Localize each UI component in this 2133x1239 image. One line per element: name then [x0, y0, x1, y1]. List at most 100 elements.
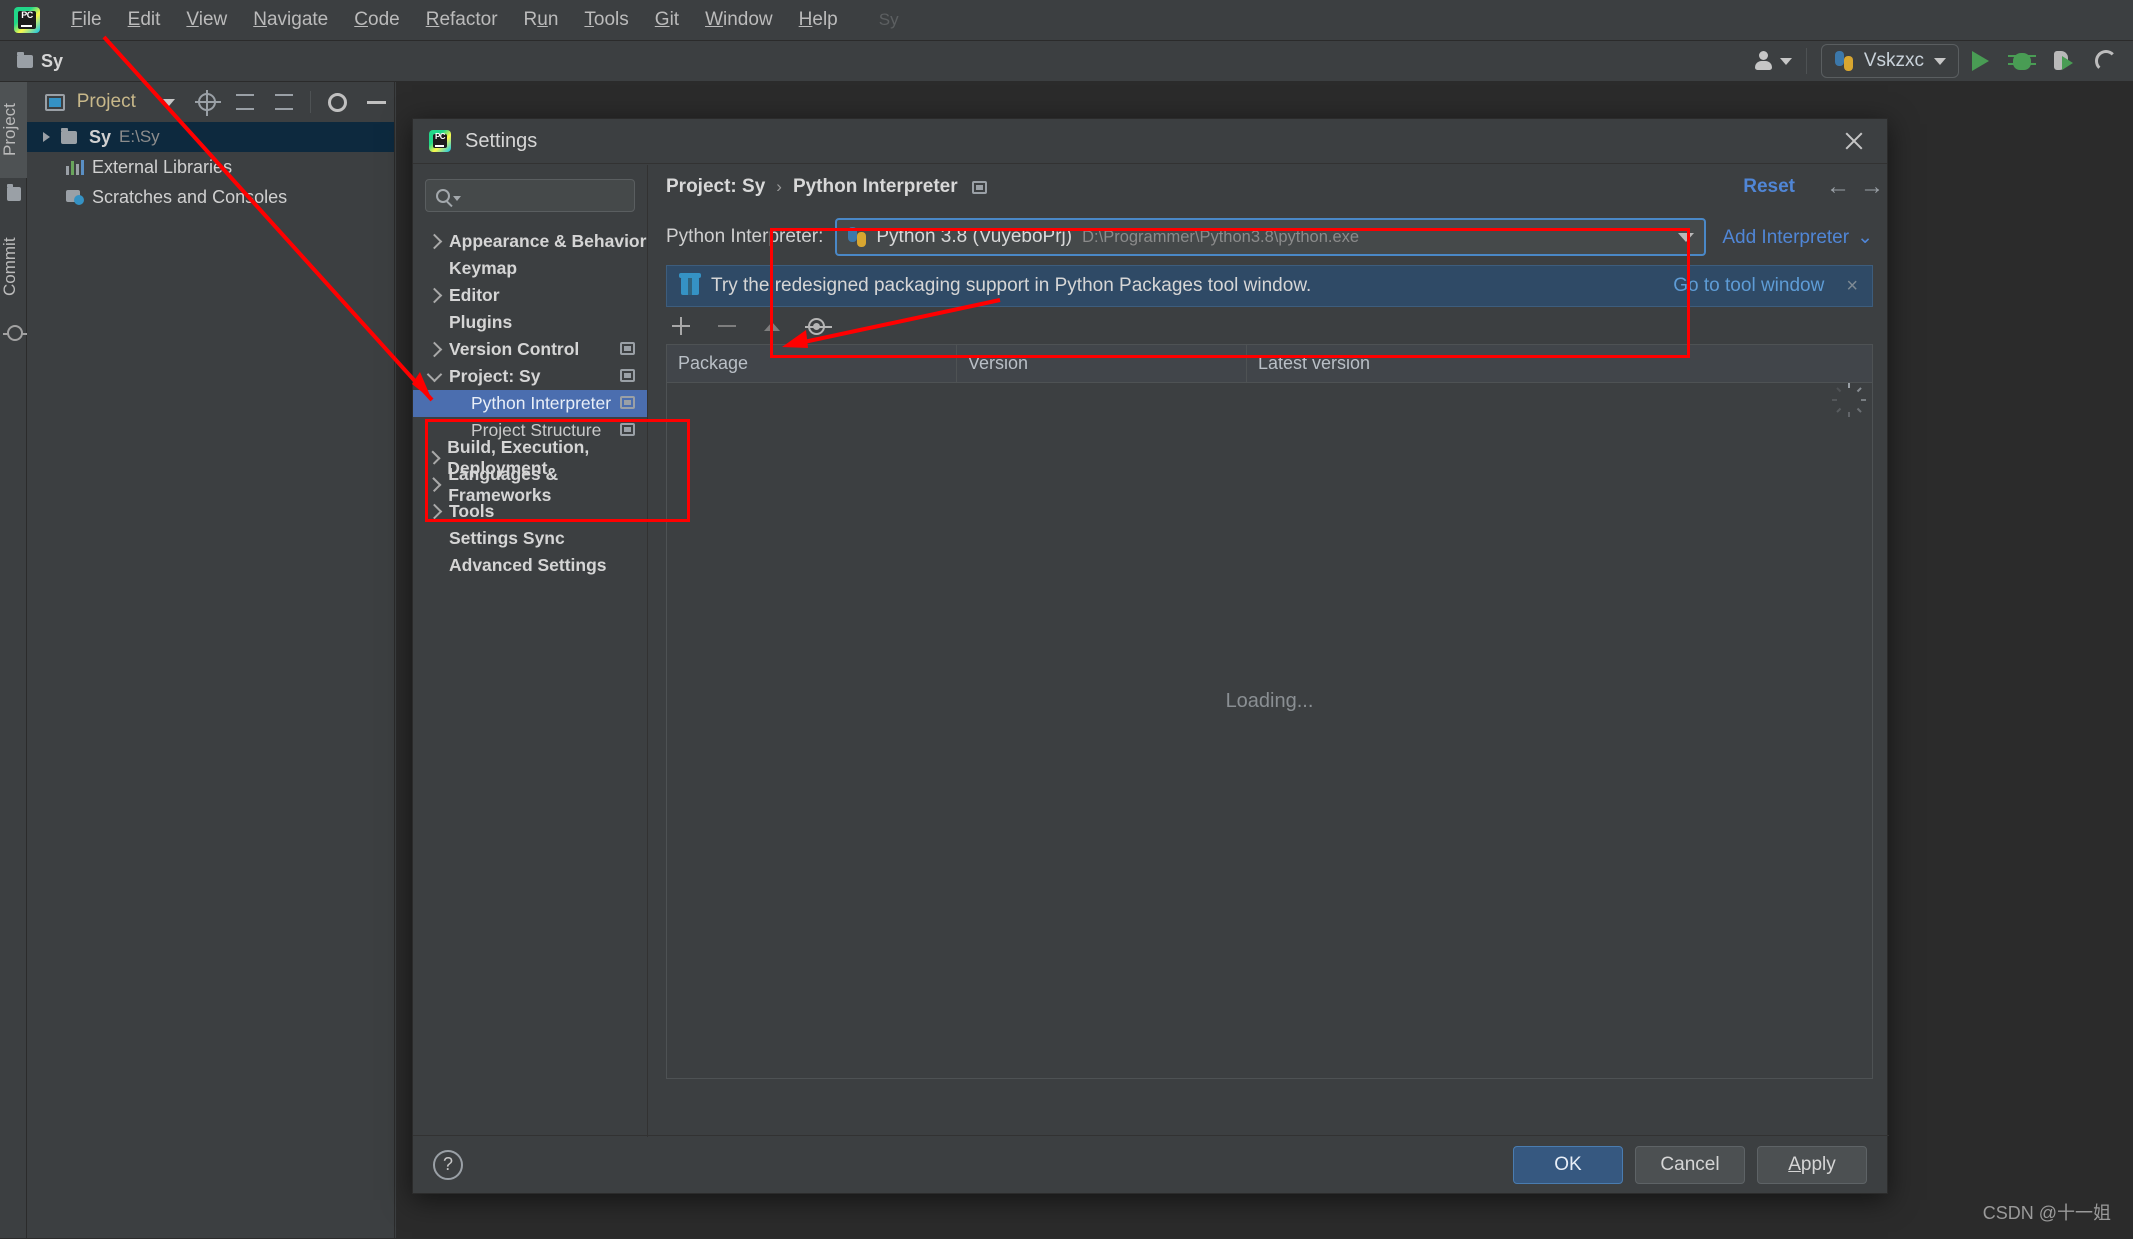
column-header-latest-version[interactable]: Latest version — [1247, 345, 1872, 382]
close-icon[interactable] — [1839, 126, 1869, 156]
settings-gear-icon[interactable] — [320, 86, 355, 118]
breadcrumb-parent[interactable]: Project: Sy — [666, 176, 765, 198]
go-to-tool-window-link[interactable]: Go to tool window — [1673, 275, 1824, 297]
project-tree-item-sy[interactable]: Sy E:\Sy — [27, 122, 394, 152]
cancel-button[interactable]: Cancel — [1635, 1146, 1745, 1184]
menu-refactor[interactable]: Refactor — [413, 6, 511, 34]
settings-item-version-control[interactable]: Version Control — [413, 336, 647, 363]
project-tree-item-external-libraries[interactable]: External Libraries — [27, 152, 394, 182]
settings-item-plugins[interactable]: Plugins — [413, 309, 647, 336]
loading-text: Loading... — [667, 690, 1872, 713]
add-package-icon[interactable] — [672, 317, 690, 335]
project-tree-item-scratches[interactable]: Scratches and Consoles — [27, 182, 394, 212]
menu-tools[interactable]: Tools — [571, 6, 641, 34]
folder-icon[interactable] — [7, 187, 21, 201]
tool-tab-project[interactable]: Project — [0, 82, 27, 178]
settings-item-python-interpreter[interactable]: Python Interpreter — [413, 390, 647, 417]
column-header-version[interactable]: Version — [957, 345, 1247, 382]
chevron-right-icon[interactable] — [427, 234, 443, 250]
tool-tab-structure[interactable]: ture — [0, 1222, 27, 1239]
column-header-package[interactable]: Package — [667, 345, 957, 382]
collapse-all-button[interactable] — [266, 86, 301, 118]
chevron-right-icon[interactable] — [427, 342, 443, 358]
chevron-down-icon[interactable] — [427, 367, 443, 383]
settings-item-tools[interactable]: Tools — [413, 498, 647, 525]
menu-run[interactable]: Run — [511, 6, 572, 34]
apply-button[interactable]: Apply — [1757, 1146, 1867, 1184]
menu-help[interactable]: Help — [786, 6, 851, 34]
chevron-right-icon[interactable] — [427, 288, 443, 304]
project-view-dropdown[interactable] — [151, 86, 186, 118]
search-input[interactable] — [425, 179, 635, 212]
commit-icon[interactable] — [7, 325, 23, 341]
ok-button[interactable]: OK — [1513, 1146, 1623, 1184]
account-icon[interactable] — [1754, 51, 1776, 71]
select-opened-file-button[interactable] — [189, 86, 224, 118]
project-panel-title: Project — [77, 91, 136, 113]
interpreter-name: Python 3.8 (VuyeboPrj) — [876, 226, 1072, 248]
chevron-right-icon[interactable] — [427, 504, 443, 520]
settings-item-advanced-settings[interactable]: Advanced Settings — [413, 552, 647, 579]
reset-link[interactable]: Reset — [1743, 176, 1795, 198]
settings-item-label: Keymap — [449, 258, 517, 279]
run-button[interactable] — [1959, 41, 2001, 82]
back-arrow-icon[interactable]: ← — [1821, 170, 1855, 204]
run-with-coverage-button[interactable] — [2043, 41, 2085, 82]
menu-bar: PC File Edit View Navigate Code Refactor… — [0, 0, 2133, 41]
project-tree-label: Sy — [89, 127, 111, 148]
settings-item-label: Tools — [449, 501, 494, 522]
chevron-down-icon — [1934, 58, 1946, 65]
add-interpreter-button[interactable]: Add Interpreter⌄ — [1722, 226, 1873, 249]
menu-view[interactable]: View — [173, 6, 240, 34]
settings-item-languages-frameworks[interactable]: Languages & Frameworks — [413, 471, 647, 498]
help-button[interactable]: ? — [433, 1150, 463, 1180]
hide-panel-button[interactable] — [359, 86, 394, 118]
show-early-releases-icon[interactable] — [808, 318, 825, 335]
project-tree-label: Scratches and Consoles — [92, 187, 287, 208]
project-tree-label: External Libraries — [92, 157, 232, 178]
chevron-down-icon[interactable] — [1780, 58, 1792, 65]
settings-item-settings-sync[interactable]: Settings Sync — [413, 525, 647, 552]
settings-tree-panel: Appearance & Behavior Keymap Editor Plug… — [413, 165, 648, 1137]
settings-item-label: Plugins — [449, 312, 512, 333]
menu-code[interactable]: Code — [341, 6, 412, 34]
project-window-icon — [45, 94, 65, 111]
libraries-icon — [66, 160, 84, 175]
forward-arrow-icon[interactable]: → — [1855, 170, 1889, 204]
pycharm-logo-icon: PC — [14, 7, 40, 33]
menu-window[interactable]: Window — [692, 6, 786, 34]
banner-text: Try the redesigned packaging support in … — [711, 275, 1311, 297]
chevron-right-icon[interactable] — [426, 450, 440, 464]
remove-package-icon[interactable] — [718, 325, 736, 327]
menu-edit[interactable]: Edit — [115, 6, 174, 34]
menu-navigate[interactable]: Navigate — [240, 6, 341, 34]
profile-button[interactable] — [2085, 41, 2127, 82]
close-icon[interactable]: × — [1846, 275, 1858, 298]
settings-item-keymap[interactable]: Keymap — [413, 255, 647, 282]
chevron-down-icon[interactable] — [1678, 233, 1694, 242]
settings-item-project-sy[interactable]: Project: Sy — [413, 363, 647, 390]
toolbar-right: Vskzxc — [1754, 41, 2133, 82]
configurable-icon — [620, 342, 635, 355]
chevron-right-icon[interactable] — [43, 132, 50, 142]
debug-button[interactable] — [2001, 41, 2043, 82]
menu-file[interactable]: File — [58, 6, 115, 34]
settings-item-label: Settings Sync — [449, 528, 565, 549]
package-toolbar — [648, 310, 1889, 342]
folder-icon — [61, 131, 77, 144]
python-interpreter-page: Project: Sy › Python Interpreter Reset ←… — [648, 165, 1889, 1137]
settings-item-appearance-behavior[interactable]: Appearance & Behavior — [413, 228, 647, 255]
run-configuration-selector[interactable]: Vskzxc — [1821, 44, 1959, 78]
chevron-right-icon[interactable] — [427, 477, 442, 492]
settings-item-label: Advanced Settings — [449, 555, 607, 576]
tool-tab-commit[interactable]: Commit — [0, 217, 27, 317]
settings-item-editor[interactable]: Editor — [413, 282, 647, 309]
chevron-down-icon — [453, 196, 461, 201]
menu-git[interactable]: Git — [642, 6, 692, 34]
packages-table: Package Version Latest version — [666, 344, 1873, 1079]
dialog-title-bar: PC Settings — [413, 119, 1887, 164]
breadcrumb-project[interactable]: Sy — [41, 51, 63, 72]
expand-all-button[interactable] — [228, 86, 263, 118]
upgrade-package-icon[interactable] — [764, 322, 780, 331]
python-interpreter-dropdown[interactable]: Python 3.8 (VuyeboPrj) D:\Programmer\Pyt… — [835, 218, 1706, 256]
